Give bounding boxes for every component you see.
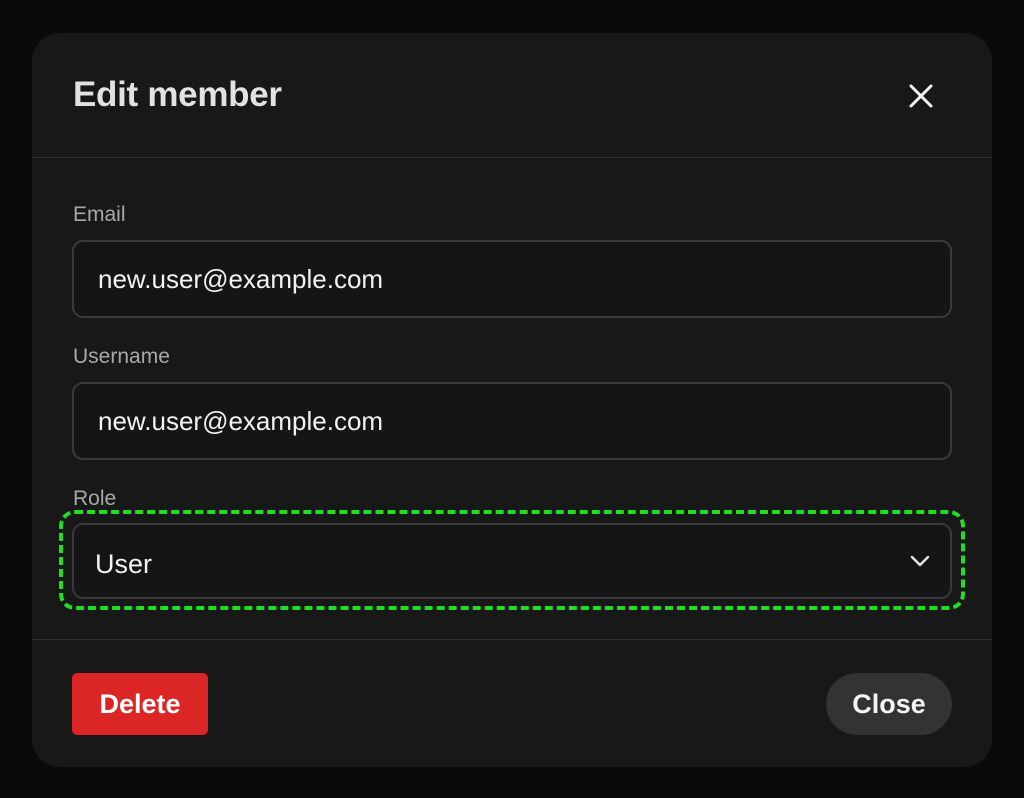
email-field[interactable]	[72, 240, 952, 318]
chevron-down-icon	[910, 555, 930, 567]
role-label: Role	[73, 487, 117, 510]
username-field[interactable]	[72, 382, 952, 460]
edit-member-dialog: Edit member Email Username Role User Del…	[32, 33, 992, 767]
role-select-value: User	[95, 549, 153, 579]
dialog-header: Edit member	[32, 33, 992, 158]
username-label: Username	[73, 345, 170, 368]
delete-button[interactable]: Delete	[72, 673, 208, 735]
dialog-footer: Delete Close	[32, 639, 992, 767]
close-button[interactable]: Close	[826, 673, 952, 735]
close-icon[interactable]	[906, 81, 936, 111]
email-label: Email	[73, 203, 126, 226]
role-select[interactable]: User	[72, 523, 952, 599]
dialog-title: Edit member	[73, 75, 282, 114]
